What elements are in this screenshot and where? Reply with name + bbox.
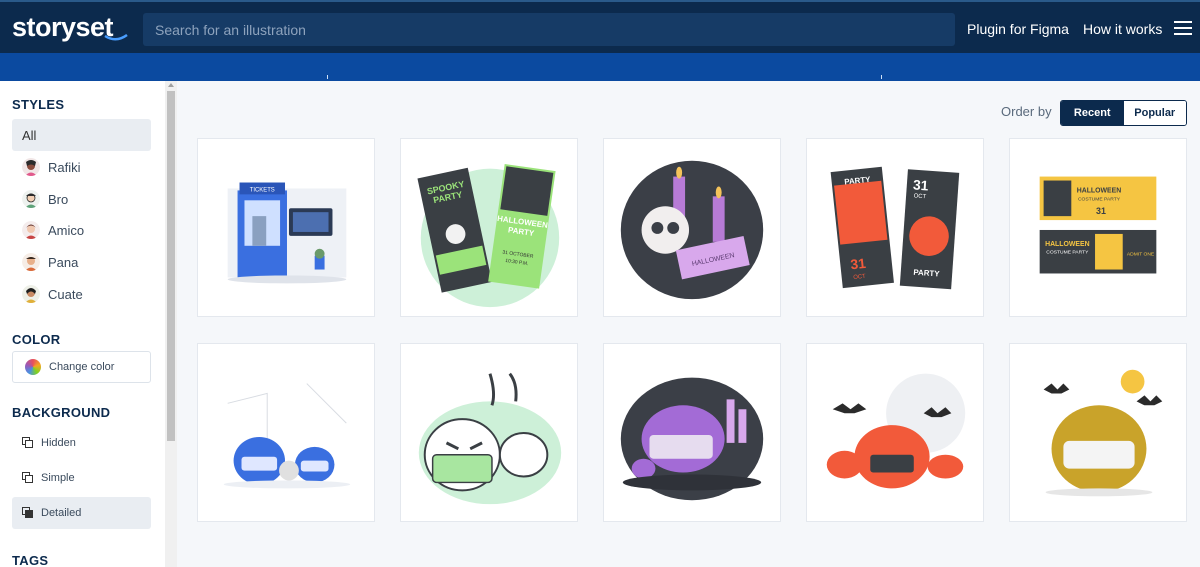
svg-text:31: 31 bbox=[912, 176, 929, 193]
pumpkin-mask-green-illustration bbox=[418, 372, 562, 505]
blue-banner bbox=[0, 53, 1200, 81]
scrollbar-thumb[interactable] bbox=[167, 91, 175, 441]
search-input[interactable] bbox=[143, 13, 955, 46]
svg-text:HALLOWEEN: HALLOWEEN bbox=[1077, 187, 1122, 194]
style-all[interactable]: All bbox=[12, 119, 151, 151]
svg-text:OCT: OCT bbox=[913, 193, 926, 200]
ticket-booth-illustration: TICKETS bbox=[227, 182, 347, 284]
style-all-label: All bbox=[22, 127, 37, 143]
svg-text:COSTUME PARTY: COSTUME PARTY bbox=[1078, 196, 1121, 202]
change-color-button[interactable]: Change color bbox=[12, 351, 151, 383]
style-rafiki[interactable]: Rafiki bbox=[12, 151, 151, 183]
illustration-card-spooky-party[interactable]: SPOOKY PARTY HALLOWEEN PARTY 31 OCTOBER … bbox=[400, 138, 578, 317]
style-bro-label: Bro bbox=[48, 191, 69, 207]
style-pana-label: Pana bbox=[48, 254, 79, 270]
svg-text:COSTUME PARTY: COSTUME PARTY bbox=[1046, 250, 1089, 256]
svg-text:PARTY: PARTY bbox=[913, 268, 940, 279]
logo-swoosh-icon bbox=[104, 34, 128, 41]
layers-icon bbox=[22, 472, 34, 484]
tags-title: TAGS bbox=[12, 553, 49, 567]
order-toggle: Recent Popular bbox=[1060, 100, 1187, 126]
svg-text:ADMIT ONE: ADMIT ONE bbox=[1127, 252, 1155, 258]
illustration-card-ticket-booth[interactable]: TICKETS bbox=[197, 138, 375, 317]
top-navbar: storyset Plugin for Figma How it works bbox=[0, 0, 1200, 53]
layers-icon bbox=[22, 437, 34, 449]
color-title: COLOR bbox=[12, 332, 61, 347]
layers-filled-icon bbox=[22, 507, 34, 519]
change-color-label: Change color bbox=[49, 361, 115, 373]
svg-text:TICKETS: TICKETS bbox=[250, 187, 275, 193]
svg-text:HALLOWEEN: HALLOWEEN bbox=[1045, 241, 1090, 248]
pumpkins-with-masks-blue-illustration bbox=[223, 383, 351, 489]
color-wheel-icon bbox=[25, 359, 41, 375]
rafiki-avatar-icon bbox=[22, 158, 40, 176]
pana-avatar-icon bbox=[22, 253, 40, 271]
style-bro[interactable]: Bro bbox=[12, 183, 151, 215]
amico-avatar-icon bbox=[22, 221, 40, 239]
order-by-label: Order by bbox=[1001, 104, 1052, 119]
illustration-card-yellow-pumpkin[interactable] bbox=[1009, 343, 1187, 522]
menu-icon[interactable] bbox=[1174, 21, 1192, 35]
how-it-works-link[interactable]: How it works bbox=[1083, 2, 1162, 55]
illustration-card-orange-pumpkins[interactable] bbox=[806, 343, 984, 522]
background-title: BACKGROUND bbox=[12, 405, 111, 420]
order-popular-button[interactable]: Popular bbox=[1123, 101, 1186, 125]
storyset-logo[interactable]: storyset bbox=[0, 1, 142, 54]
illustration-card-halloween-party-tickets[interactable]: PARTY 31 OCT 31 OCT PARTY bbox=[806, 138, 984, 317]
style-cuate[interactable]: Cuate bbox=[12, 278, 151, 310]
style-amico-label: Amico bbox=[48, 222, 85, 238]
cuate-avatar-icon bbox=[22, 285, 40, 303]
svg-text:31: 31 bbox=[1096, 206, 1106, 216]
illustration-card-blue-pumpkins[interactable] bbox=[197, 343, 375, 522]
illustration-card-costume-party[interactable]: HALLOWEEN COSTUME PARTY 31 HALLOWEEN COS… bbox=[1009, 138, 1187, 317]
plugin-for-figma-link[interactable]: Plugin for Figma bbox=[967, 2, 1069, 55]
halloween-party-tickets-illustration: PARTY 31 OCT 31 OCT PARTY bbox=[830, 166, 960, 290]
filters-sidebar: STYLES All Rafiki Bro Amico Pana Cuate C… bbox=[0, 81, 165, 567]
illustration-card-skull-candles[interactable]: HALLOWEEN bbox=[603, 138, 781, 317]
purple-pumpkin-mask-illustration bbox=[620, 377, 764, 501]
yellow-pumpkin-mask-moon-illustration bbox=[1043, 369, 1163, 497]
spooky-party-tickets-illustration: SPOOKY PARTY HALLOWEEN PARTY 31 OCTOBER … bbox=[417, 163, 560, 308]
orange-pumpkins-bats-illustration bbox=[826, 373, 966, 489]
bro-avatar-icon bbox=[22, 190, 40, 208]
background-detailed[interactable]: Detailed bbox=[12, 497, 151, 529]
sidebar-scrollbar[interactable] bbox=[165, 81, 177, 567]
background-detailed-label: Detailed bbox=[41, 507, 82, 519]
halloween-costume-party-tickets-illustration: HALLOWEEN COSTUME PARTY 31 HALLOWEEN COS… bbox=[1039, 176, 1157, 274]
styles-title: STYLES bbox=[12, 97, 65, 112]
scroll-up-arrow-icon[interactable] bbox=[168, 83, 174, 87]
style-rafiki-label: Rafiki bbox=[48, 159, 81, 175]
illustration-card-green-pumpkin[interactable] bbox=[400, 343, 578, 522]
background-hidden-label: Hidden bbox=[41, 437, 76, 449]
style-pana[interactable]: Pana bbox=[12, 246, 151, 278]
background-simple[interactable]: Simple bbox=[12, 462, 151, 494]
logo-text: storyset bbox=[12, 12, 114, 42]
background-simple-label: Simple bbox=[41, 472, 75, 484]
skull-candles-tickets-illustration: HALLOWEEN bbox=[620, 160, 764, 300]
illustration-card-purple-pumpkin[interactable] bbox=[603, 343, 781, 522]
svg-text:31: 31 bbox=[850, 255, 867, 273]
style-amico[interactable]: Amico bbox=[12, 214, 151, 246]
order-recent-button[interactable]: Recent bbox=[1061, 101, 1124, 125]
background-hidden[interactable]: Hidden bbox=[12, 427, 151, 459]
style-cuate-label: Cuate bbox=[48, 286, 83, 302]
